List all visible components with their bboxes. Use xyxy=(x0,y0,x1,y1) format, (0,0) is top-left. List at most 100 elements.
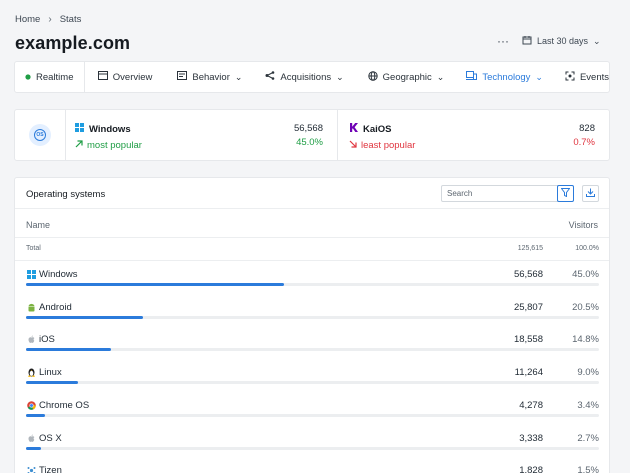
most-popular-os: Windows most popular xyxy=(75,123,142,151)
tizen-icon xyxy=(26,465,36,473)
least-popular-os: KaiOS least popular xyxy=(349,123,415,151)
row-percent: 14.8% xyxy=(572,334,599,345)
total-row: Total 125,615 100.0% xyxy=(26,245,599,257)
tab-acquisitions[interactable]: Acquisitions ⌄ xyxy=(265,61,344,93)
row-visitors: 56,568 xyxy=(513,269,543,280)
row-percent: 3.4% xyxy=(577,400,599,411)
tab-events[interactable]: Events xyxy=(565,61,609,93)
table-row[interactable]: OS X 3,338 2.7% xyxy=(26,433,599,463)
download-icon xyxy=(586,188,595,199)
row-name: Tizen xyxy=(39,465,62,473)
row-name: Linux xyxy=(39,367,62,378)
apple-icon xyxy=(26,433,36,443)
tab-label: Events xyxy=(579,71,609,83)
share-bar-track xyxy=(26,283,599,286)
windows-icon xyxy=(26,269,36,279)
filter-icon xyxy=(560,188,571,199)
search-input[interactable] xyxy=(441,185,569,202)
chevron-down-icon: ⌄ xyxy=(234,71,243,82)
table-row[interactable]: Android 25,807 20.5% xyxy=(26,302,599,332)
chevron-down-icon: ⌄ xyxy=(436,71,445,82)
operating-systems-table: Operating systems Name Visitors Total 12… xyxy=(14,177,610,473)
table-row[interactable]: Tizen 1,828 1.5% xyxy=(26,465,599,473)
page-title: example.com xyxy=(15,33,131,53)
table-row[interactable]: Linux 11,264 9.0% xyxy=(26,367,599,397)
divider xyxy=(337,110,338,160)
least-popular-visitors: 828 xyxy=(579,123,595,134)
share-bar xyxy=(26,348,111,351)
overview-icon xyxy=(97,71,108,83)
divider xyxy=(83,61,85,93)
share-bar-track xyxy=(26,414,599,417)
row-percent: 9.0% xyxy=(577,367,599,378)
row-visitors: 25,807 xyxy=(513,302,543,313)
tab-technology[interactable]: Technology ⌄ xyxy=(466,61,543,93)
share-bar xyxy=(26,381,78,384)
tab-behavior[interactable]: Behavior ⌄ xyxy=(177,61,242,93)
row-visitors: 1,828 xyxy=(519,465,543,473)
total-label: Total xyxy=(26,245,41,252)
share-bar-track xyxy=(26,381,599,384)
share-bar xyxy=(26,447,42,450)
table-row[interactable]: Windows 56,568 45.0% xyxy=(26,269,599,299)
row-visitors: 4,278 xyxy=(519,400,543,411)
column-header-name[interactable]: Name xyxy=(26,220,50,230)
chrome-icon xyxy=(26,400,36,410)
breadcrumb: Home › Stats xyxy=(15,14,81,25)
share-bar xyxy=(26,283,284,286)
tab-label: Realtime xyxy=(36,71,74,83)
row-visitors: 18,558 xyxy=(513,334,543,345)
row-name: Chrome OS xyxy=(39,400,90,411)
share-bar xyxy=(26,414,46,417)
share-bar-track xyxy=(26,447,599,450)
least-popular-name: KaiOS xyxy=(363,123,392,135)
row-name: OS X xyxy=(39,433,62,444)
chevron-right-icon: › xyxy=(48,14,52,25)
least-popular-tag: least popular xyxy=(361,140,416,151)
globe-icon xyxy=(367,70,378,84)
total-percent: 100.0% xyxy=(575,245,599,252)
kaios-icon xyxy=(349,123,358,135)
acquisitions-icon xyxy=(265,71,275,83)
more-options-button[interactable]: ··· xyxy=(495,35,511,50)
breadcrumb-current: Stats xyxy=(59,14,82,25)
row-visitors: 3,338 xyxy=(519,433,543,444)
share-bar-track xyxy=(26,348,599,351)
row-name: Windows xyxy=(39,269,78,280)
tab-label: Geographic xyxy=(382,71,432,83)
tab-overview[interactable]: Overview xyxy=(97,61,153,93)
arrow-down-right-icon xyxy=(349,140,357,151)
table-row[interactable]: iOS 18,558 14.8% xyxy=(26,334,599,364)
most-popular-visitors: 56,568 xyxy=(293,123,323,134)
filter-button[interactable] xyxy=(557,185,574,202)
divider xyxy=(15,208,609,209)
green-dot-icon xyxy=(25,72,31,83)
technology-icon xyxy=(466,71,478,83)
download-button[interactable] xyxy=(582,185,599,202)
row-percent: 2.7% xyxy=(577,433,599,444)
most-popular-name: Windows xyxy=(89,123,131,135)
chevron-down-icon: ⌄ xyxy=(593,35,601,46)
tab-geographic[interactable]: Geographic ⌄ xyxy=(367,61,445,93)
share-bar-track xyxy=(26,316,599,319)
breadcrumb-home[interactable]: Home xyxy=(15,14,40,25)
tab-realtime[interactable]: Realtime xyxy=(15,61,84,93)
tabs-bar: Realtime Overview Behavior ⌄ Acquisition… xyxy=(14,61,610,93)
table-row[interactable]: Chrome OS 4,278 3.4% xyxy=(26,400,599,430)
divider xyxy=(15,260,609,261)
most-popular-tag: most popular xyxy=(87,140,142,151)
events-icon xyxy=(565,71,575,84)
row-visitors: 11,264 xyxy=(514,367,543,378)
column-header-visitors[interactable]: Visitors xyxy=(569,220,598,230)
least-popular-percent: 0.7% xyxy=(573,137,595,148)
total-visitors: 125,615 xyxy=(517,245,543,252)
os-summary-card: OS Windows most popular 56,568 45.0% Kai… xyxy=(14,109,610,161)
divider xyxy=(65,110,66,160)
date-range-label: Last 30 days xyxy=(537,36,589,46)
row-percent: 45.0% xyxy=(572,269,599,280)
row-name: Android xyxy=(39,302,72,313)
windows-icon xyxy=(75,123,84,135)
tab-label: Overview xyxy=(112,71,153,83)
date-range-button[interactable]: Last 30 days ⌄ xyxy=(522,35,601,47)
linux-icon xyxy=(26,367,36,377)
